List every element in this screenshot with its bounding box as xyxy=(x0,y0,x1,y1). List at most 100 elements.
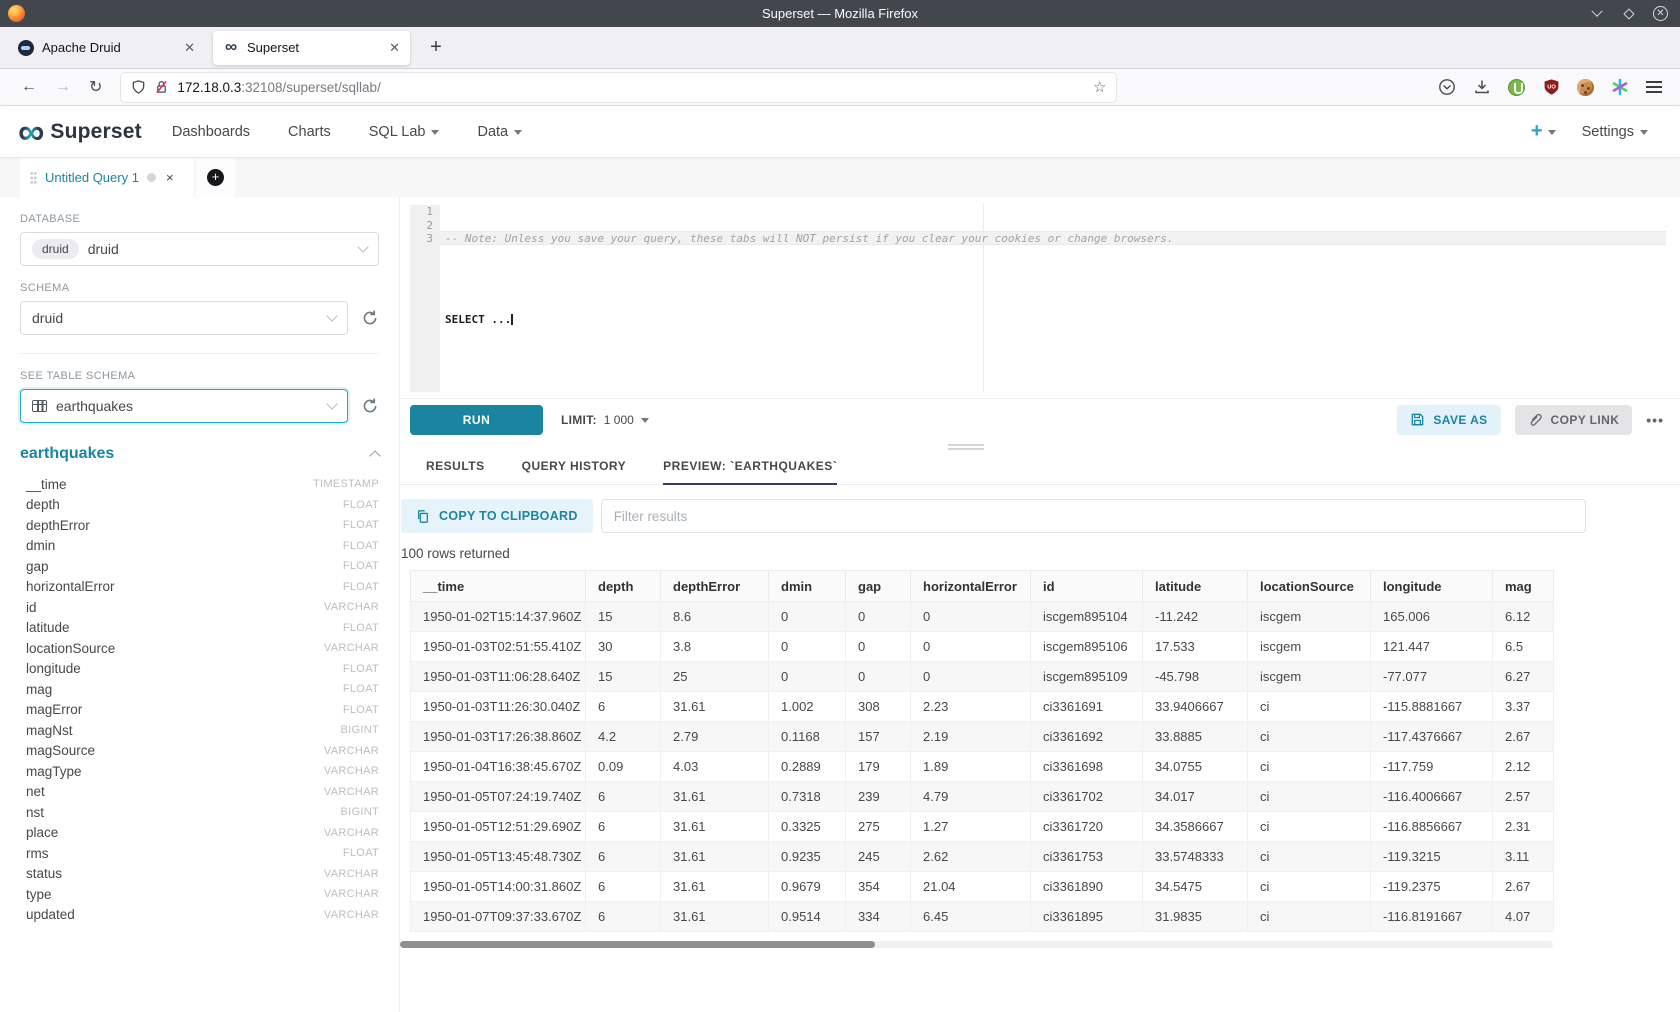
limit-dropdown[interactable]: LIMIT: 1 000 xyxy=(561,413,649,427)
table-cell: 31.9835 xyxy=(1143,902,1248,932)
rows-returned-label: 100 rows returned xyxy=(401,546,1680,561)
grip-icon xyxy=(948,444,984,446)
table-cell: 4.03 xyxy=(661,752,769,782)
window-close-button[interactable]: ✕ xyxy=(1653,6,1668,21)
table-cell: 1950-01-03T02:51:55.410Z xyxy=(411,632,586,662)
column-header[interactable]: latitude xyxy=(1143,571,1248,602)
run-button[interactable]: RUN xyxy=(410,405,543,435)
column-header[interactable]: locationSource xyxy=(1248,571,1371,602)
column-header[interactable]: longitude xyxy=(1371,571,1493,602)
column-header[interactable]: dmin xyxy=(769,571,846,602)
close-tab-icon[interactable]: ✕ xyxy=(389,40,400,56)
table-cell: 2.57 xyxy=(1493,782,1554,812)
column-header[interactable]: id xyxy=(1031,571,1143,602)
table-cell: 3.8 xyxy=(661,632,769,662)
database-select[interactable]: druid druid xyxy=(20,232,379,266)
reload-button[interactable]: ↻ xyxy=(89,77,102,97)
pane-resize-handle[interactable] xyxy=(400,440,1680,453)
column-name: rms xyxy=(26,846,49,861)
table-cell: 33.9406667 xyxy=(1143,692,1248,722)
results-tab-results[interactable]: RESULTS xyxy=(426,453,485,484)
database-label: DATABASE xyxy=(20,213,379,225)
query-tab-untitled-query-1[interactable]: Untitled Query 1 × xyxy=(20,158,193,197)
more-actions-button[interactable]: ••• xyxy=(1646,412,1664,428)
table-cell: 239 xyxy=(846,782,911,812)
cookie-extension-icon[interactable] xyxy=(1577,79,1594,96)
pocket-icon[interactable] xyxy=(1438,78,1456,96)
download-icon[interactable] xyxy=(1473,78,1491,96)
table-schema-select[interactable]: earthquakes xyxy=(20,389,348,423)
close-query-tab-icon[interactable]: × xyxy=(166,170,174,185)
new-query-tab-button[interactable]: + xyxy=(196,158,235,197)
browser-tab-apache-druid[interactable]: Apache Druid ✕ xyxy=(8,31,205,65)
window-maximize-button[interactable] xyxy=(1621,6,1637,22)
shield-icon[interactable] xyxy=(131,79,146,95)
new-browser-tab-button[interactable]: + xyxy=(422,36,450,59)
drag-handle-icon[interactable] xyxy=(30,171,37,185)
insecure-lock-icon[interactable] xyxy=(154,79,169,95)
column-header[interactable]: mag xyxy=(1493,571,1554,602)
browser-tab-superset[interactable]: ∞ Superset ✕ xyxy=(213,31,410,65)
column-name: nst xyxy=(26,805,44,820)
filter-results-input[interactable] xyxy=(601,499,1586,533)
nav-item-sql-lab[interactable]: SQL Lab xyxy=(369,124,440,140)
nav-item-dashboards[interactable]: Dashboards xyxy=(172,124,250,140)
table-cell: 15 xyxy=(586,602,661,632)
column-type: FLOAT xyxy=(343,663,379,675)
new-item-menu[interactable]: + xyxy=(1531,120,1556,143)
schema-column-row: magTypeVARCHAR xyxy=(20,761,379,782)
table-cell: -116.8191667 xyxy=(1371,902,1493,932)
table-cell: 6.5 xyxy=(1493,632,1554,662)
menu-hamburger-icon[interactable] xyxy=(1646,81,1662,93)
horizontal-scrollbar[interactable] xyxy=(400,941,1553,948)
schema-column-row: statusVARCHAR xyxy=(20,864,379,885)
column-type: VARCHAR xyxy=(324,868,379,880)
column-header[interactable]: depth xyxy=(586,571,661,602)
editor-gutter: 1 2 3 xyxy=(410,205,440,392)
containers-icon[interactable] xyxy=(1611,78,1629,96)
chevron-down-icon xyxy=(326,398,337,409)
forward-button[interactable]: → xyxy=(55,78,71,96)
schema-select[interactable]: druid xyxy=(20,301,348,335)
save-as-button[interactable]: SAVE AS xyxy=(1397,405,1500,435)
table-cell: 2.67 xyxy=(1493,872,1554,902)
nav-item-charts[interactable]: Charts xyxy=(288,124,331,140)
superset-logo[interactable]: ∞ Superset xyxy=(18,117,142,147)
scrollbar-thumb[interactable] xyxy=(400,941,875,948)
privacy-badger-icon[interactable] xyxy=(1508,79,1525,96)
copy-link-button[interactable]: COPY LINK xyxy=(1515,405,1633,435)
table-cell: 1950-01-03T11:06:28.640Z xyxy=(411,662,586,692)
ublock-origin-icon[interactable]: UO xyxy=(1542,78,1560,96)
refresh-tables-icon[interactable] xyxy=(361,397,379,415)
table-cell: 0 xyxy=(846,662,911,692)
schema-column-row: nstBIGINT xyxy=(20,802,379,823)
bookmark-star-icon[interactable]: ☆ xyxy=(1093,78,1106,96)
chevron-down-icon xyxy=(1548,130,1556,135)
settings-menu[interactable]: Settings xyxy=(1582,124,1648,140)
url-bar[interactable]: 172.18.0.3:32108/superset/sqllab/ ☆ xyxy=(121,73,1116,102)
refresh-schemas-icon[interactable] xyxy=(361,309,379,327)
close-tab-icon[interactable]: ✕ xyxy=(184,40,195,56)
column-header[interactable]: gap xyxy=(846,571,911,602)
table-cell: 6.27 xyxy=(1493,662,1554,692)
chevron-down-icon xyxy=(326,310,337,321)
chevron-down-icon xyxy=(357,241,368,252)
column-header[interactable]: depthError xyxy=(661,571,769,602)
column-type: VARCHAR xyxy=(324,765,379,777)
back-button[interactable]: ← xyxy=(21,78,37,96)
chevron-up-icon[interactable] xyxy=(369,450,380,461)
results-tab-query-history[interactable]: QUERY HISTORY xyxy=(522,453,627,484)
results-tab-preview-earthquakes[interactable]: PREVIEW: `EARTHQUAKES` xyxy=(663,453,837,484)
schema-column-row: locationSourceVARCHAR xyxy=(20,638,379,659)
column-header[interactable]: horizontalError xyxy=(911,571,1031,602)
svg-text:UO: UO xyxy=(1547,85,1556,91)
editor-content[interactable]: -- Note: Unless you save your query, the… xyxy=(445,205,1680,354)
column-header[interactable]: __time xyxy=(411,571,586,602)
window-title: Superset — Mozilla Firefox xyxy=(0,6,1680,21)
table-cell: 31.61 xyxy=(661,902,769,932)
sql-editor[interactable]: 1 2 3 -- Note: Unless you save your quer… xyxy=(400,197,1680,398)
copy-to-clipboard-button[interactable]: COPY TO CLIPBOARD xyxy=(401,499,593,533)
table-schema-header[interactable]: earthquakes xyxy=(20,445,379,463)
window-minimize-button[interactable] xyxy=(1589,6,1605,22)
nav-item-data[interactable]: Data xyxy=(477,124,522,140)
